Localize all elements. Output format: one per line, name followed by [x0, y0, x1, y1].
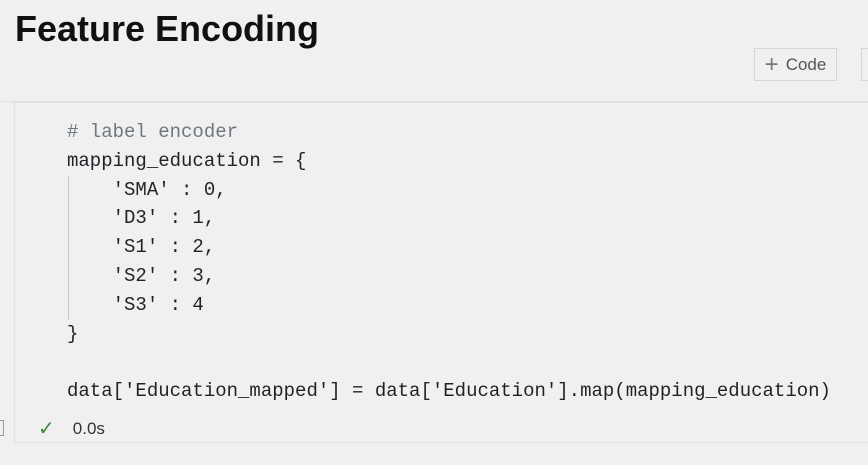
add-markdown-cell-button[interactable] — [861, 48, 868, 81]
cell-collapse-handle[interactable] — [0, 420, 4, 436]
code-line[interactable]: data['Education_mapped'] = data['Educati… — [67, 377, 831, 406]
add-code-cell-button[interactable]: + Code — [754, 48, 837, 81]
code-line[interactable]: 'S3' : 4 — [67, 291, 831, 320]
plus-icon: + — [764, 50, 779, 78]
execution-time: 0.0s — [72, 418, 105, 438]
code-editor[interactable]: # label encoder mapping_education = { 'S… — [67, 118, 831, 406]
code-line[interactable]: 'S1' : 2, — [67, 233, 831, 262]
code-line[interactable] — [67, 348, 831, 377]
code-line[interactable]: mapping_education = { — [67, 147, 831, 176]
markdown-heading: Feature Encoding — [15, 8, 320, 49]
execution-status: ✓ 0.0s — [38, 416, 105, 441]
code-line[interactable]: # label encoder — [67, 118, 831, 147]
add-code-label: Code — [785, 54, 827, 74]
code-line[interactable]: 'S2' : 3, — [67, 262, 831, 291]
check-icon: ✓ — [38, 418, 55, 440]
code-line[interactable]: 'SMA' : 0, — [67, 176, 831, 205]
code-line[interactable]: 'D3' : 1, — [67, 204, 831, 233]
code-line[interactable]: } — [67, 320, 831, 349]
